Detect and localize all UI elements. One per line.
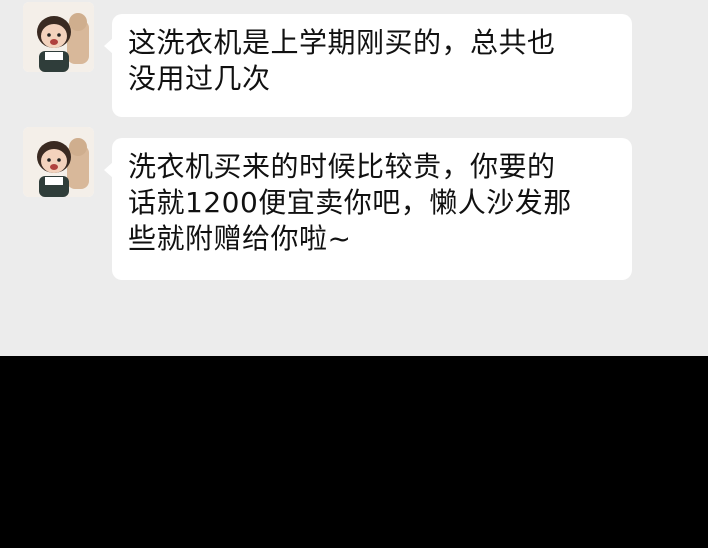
message-line: 些就附赠给你啦~: [128, 222, 352, 255]
message-bubble[interactable]: 洗衣机买来的时候比较贵，你要的 话就1200便宜卖你吧，懒人沙发那 些就附赠给你…: [104, 138, 632, 280]
message-row: 洗衣机买来的时候比较贵，你要的 话就1200便宜卖你吧，懒人沙发那 些就附赠给你…: [0, 124, 708, 284]
message-bubble[interactable]: 这洗衣机是上学期刚买的，总共也 没用过几次: [104, 14, 632, 117]
avatar-photo-icon: [23, 127, 94, 197]
chat-area: 这洗衣机是上学期刚买的，总共也 没用过几次 洗衣机买来的时候比较贵，你要的 话就…: [0, 0, 708, 356]
message-line: 这洗衣机是上学期刚买的，总共也: [128, 26, 556, 59]
bottom-strip: [0, 548, 708, 559]
avatar-photo-icon: [23, 2, 94, 72]
message-line: 没用过几次: [128, 62, 271, 95]
message-line: 洗衣机买来的时候比较贵，你要的: [128, 150, 556, 183]
avatar[interactable]: [23, 2, 94, 72]
avatar[interactable]: [23, 127, 94, 197]
message-line: 话就1200便宜卖你吧，懒人沙发那: [128, 186, 572, 219]
message-row: 这洗衣机是上学期刚买的，总共也 没用过几次: [0, 0, 708, 120]
